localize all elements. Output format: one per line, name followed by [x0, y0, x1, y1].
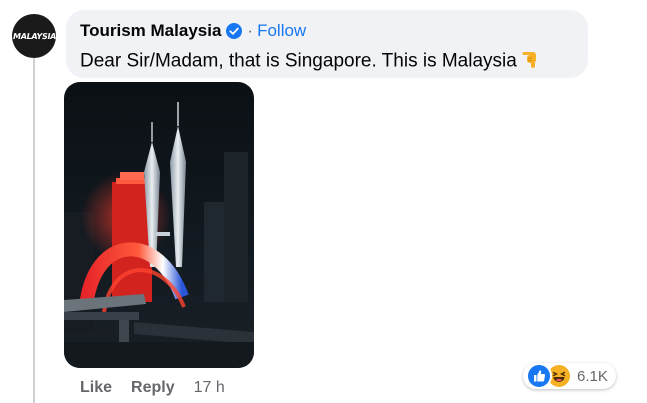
reactions-summary[interactable]: 6.1K — [523, 363, 616, 389]
comment-text: Dear Sir/Madam, that is Singapore. This … — [80, 50, 517, 72]
verified-badge-icon — [226, 23, 243, 39]
comment-header: Tourism Malaysia · Follow — [80, 20, 306, 42]
reaction-count: 6.1K — [577, 367, 608, 385]
pointing-down-emoji-icon — [521, 47, 543, 76]
author-name[interactable]: Tourism Malaysia — [80, 20, 221, 42]
comment-actions: Like Reply 17 h — [80, 378, 225, 398]
comment-timestamp[interactable]: 17 h — [194, 378, 225, 398]
like-reaction-icon — [526, 363, 552, 389]
follow-button[interactable]: Follow — [257, 20, 306, 42]
separator-dot: · — [247, 21, 254, 40]
comment-photo[interactable] — [64, 82, 254, 368]
avatar-logo-text: MALAYSIA — [12, 31, 56, 41]
comment-bubble: Tourism Malaysia · Follow Dear Sir/Madam… — [66, 10, 588, 78]
reply-button[interactable]: Reply — [131, 378, 175, 398]
comment-body: Dear Sir/Madam, that is Singapore. This … — [80, 47, 543, 76]
like-button[interactable]: Like — [80, 378, 112, 398]
comment-thread-line — [33, 58, 35, 403]
avatar[interactable]: MALAYSIA — [12, 14, 56, 58]
